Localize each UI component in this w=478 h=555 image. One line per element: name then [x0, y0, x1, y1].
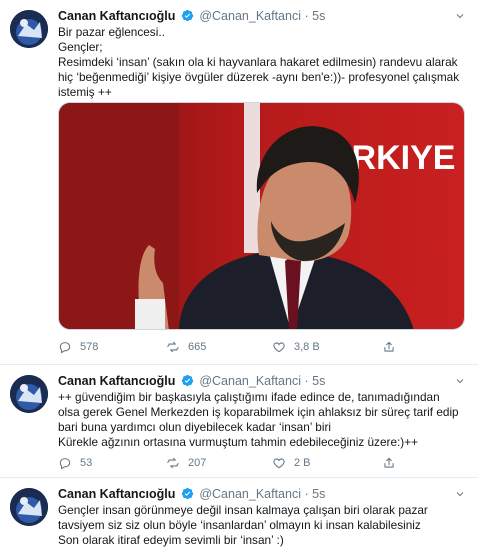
avatar[interactable] — [10, 488, 48, 526]
tweet[interactable]: Canan Kaftancıoğlu @Canan_Kaftanci · 5s … — [0, 478, 478, 555]
chevron-down-icon[interactable] — [454, 488, 466, 500]
reply-button[interactable]: 578 — [58, 340, 98, 354]
tweet-time[interactable]: 5s — [312, 374, 325, 388]
like-button[interactable]: 2 B — [272, 456, 311, 470]
author-name[interactable]: Canan Kaftancıoğlu — [58, 9, 175, 23]
retweet-button[interactable]: 207 — [166, 456, 206, 470]
reply-button[interactable]: 53 — [58, 456, 92, 470]
chevron-down-icon[interactable] — [454, 375, 466, 387]
share-icon — [384, 457, 394, 468]
tweet-actions: 53 207 2 B — [58, 456, 458, 474]
verified-badge-icon — [181, 374, 194, 387]
like-button[interactable]: 3,8 B — [272, 340, 320, 354]
separator-dot: · — [304, 487, 309, 501]
reply-count: 578 — [80, 341, 99, 353]
verified-badge-icon — [181, 9, 194, 22]
tweet-actions: 578 665 3,8 B — [58, 340, 458, 358]
tweet-text-line: istemiş ++ — [58, 85, 112, 99]
separator-dot: · — [304, 374, 309, 388]
tweet-text: Gençler insan görünmeye değil insan kalm… — [58, 503, 466, 548]
tweet-body: Canan Kaftancıoğlu @Canan_Kaftanci · 5s … — [58, 373, 466, 450]
share-button[interactable] — [382, 456, 404, 470]
tweet[interactable]: Canan Kaftancıoğlu @Canan_Kaftanci · 5s … — [0, 0, 478, 365]
share-icon — [384, 341, 394, 352]
tweet-text-line: hiç ‘beğenmediği’ kişiye övgüler düzerek… — [58, 70, 460, 84]
tweet-media-image[interactable]: ÜRKIYE — [58, 102, 465, 330]
avatar[interactable] — [10, 10, 48, 48]
verified-badge-icon — [181, 487, 194, 500]
avatar-image — [10, 375, 48, 413]
heart-icon — [273, 458, 285, 469]
tweet-text-line: Gençler; — [58, 40, 103, 54]
reply-count: 53 — [80, 457, 93, 469]
tweet-body: Canan Kaftancıoğlu @Canan_Kaftanci · 5s … — [58, 486, 466, 548]
separator-dot: · — [304, 9, 309, 23]
tweet-text: ++ güvendiğim bir başkasıyla çalıştığımı… — [58, 390, 466, 450]
tweet-text-line: Bir pazar eğlencesi.. — [58, 25, 165, 39]
tweet-text-line: Resimdeki ‘insan’ (sakın ola ki hayvanla… — [58, 55, 458, 69]
retweet-button[interactable]: 665 — [166, 340, 206, 354]
author-name[interactable]: Canan Kaftancıoğlu — [58, 487, 175, 501]
share-button[interactable] — [382, 340, 404, 354]
tweet-text-line: olsa gerek Genel Merkezden iş koparabilm… — [58, 405, 459, 419]
like-count: 3,8 B — [294, 341, 320, 353]
retweet-count: 207 — [188, 457, 207, 469]
author-handle[interactable]: @Canan_Kaftanci — [199, 374, 301, 388]
tweet-text-line: Kürekle ağzının ortasına vurmuştum tahmi… — [58, 435, 418, 449]
timeline: Canan Kaftancıoğlu @Canan_Kaftanci · 5s … — [0, 0, 478, 555]
tweet[interactable]: Canan Kaftancıoğlu @Canan_Kaftanci · 5s … — [0, 365, 478, 478]
tweet-text-line: ++ güvendiğim bir başkasıyla çalıştığımı… — [58, 390, 440, 404]
avatar-image — [10, 488, 48, 526]
avatar-image — [10, 10, 48, 48]
reply-icon — [59, 342, 71, 354]
chevron-down-icon[interactable] — [454, 10, 466, 22]
heart-icon — [273, 342, 285, 353]
author-name[interactable]: Canan Kaftancıoğlu — [58, 374, 175, 388]
retweet-count: 665 — [188, 341, 207, 353]
tweet-text: Bir pazar eğlencesi.. Gençler; Resimdeki… — [58, 25, 466, 100]
retweet-icon — [167, 457, 179, 469]
author-handle[interactable]: @Canan_Kaftanci — [199, 9, 301, 23]
avatar[interactable] — [10, 375, 48, 413]
author-handle[interactable]: @Canan_Kaftanci — [199, 487, 301, 501]
tweet-header: Canan Kaftancıoğlu @Canan_Kaftanci · 5s — [58, 8, 466, 24]
reply-icon — [59, 458, 71, 470]
media-photo: ÜRKIYE — [59, 103, 464, 329]
tweet-body: Canan Kaftancıoğlu @Canan_Kaftanci · 5s … — [58, 8, 466, 100]
tweet-header: Canan Kaftancıoğlu @Canan_Kaftanci · 5s — [58, 486, 466, 502]
tweet-header: Canan Kaftancıoğlu @Canan_Kaftanci · 5s — [58, 373, 466, 389]
tweet-text-line: bari buna yardımcı olun diyebilecek kada… — [58, 420, 331, 434]
like-count: 2 B — [294, 457, 311, 469]
tweet-time[interactable]: 5s — [312, 9, 325, 23]
tweet-text-line: Son olarak itiraf edeyim sevimli bir ‘in… — [58, 533, 284, 547]
retweet-icon — [167, 341, 179, 353]
tweet-time[interactable]: 5s — [312, 487, 325, 501]
tweet-text-line: Gençler insan görünmeye değil insan kalm… — [58, 503, 428, 517]
tweet-text-line: tavsiyem siz siz olun böyle ‘insanlardan… — [58, 518, 421, 532]
